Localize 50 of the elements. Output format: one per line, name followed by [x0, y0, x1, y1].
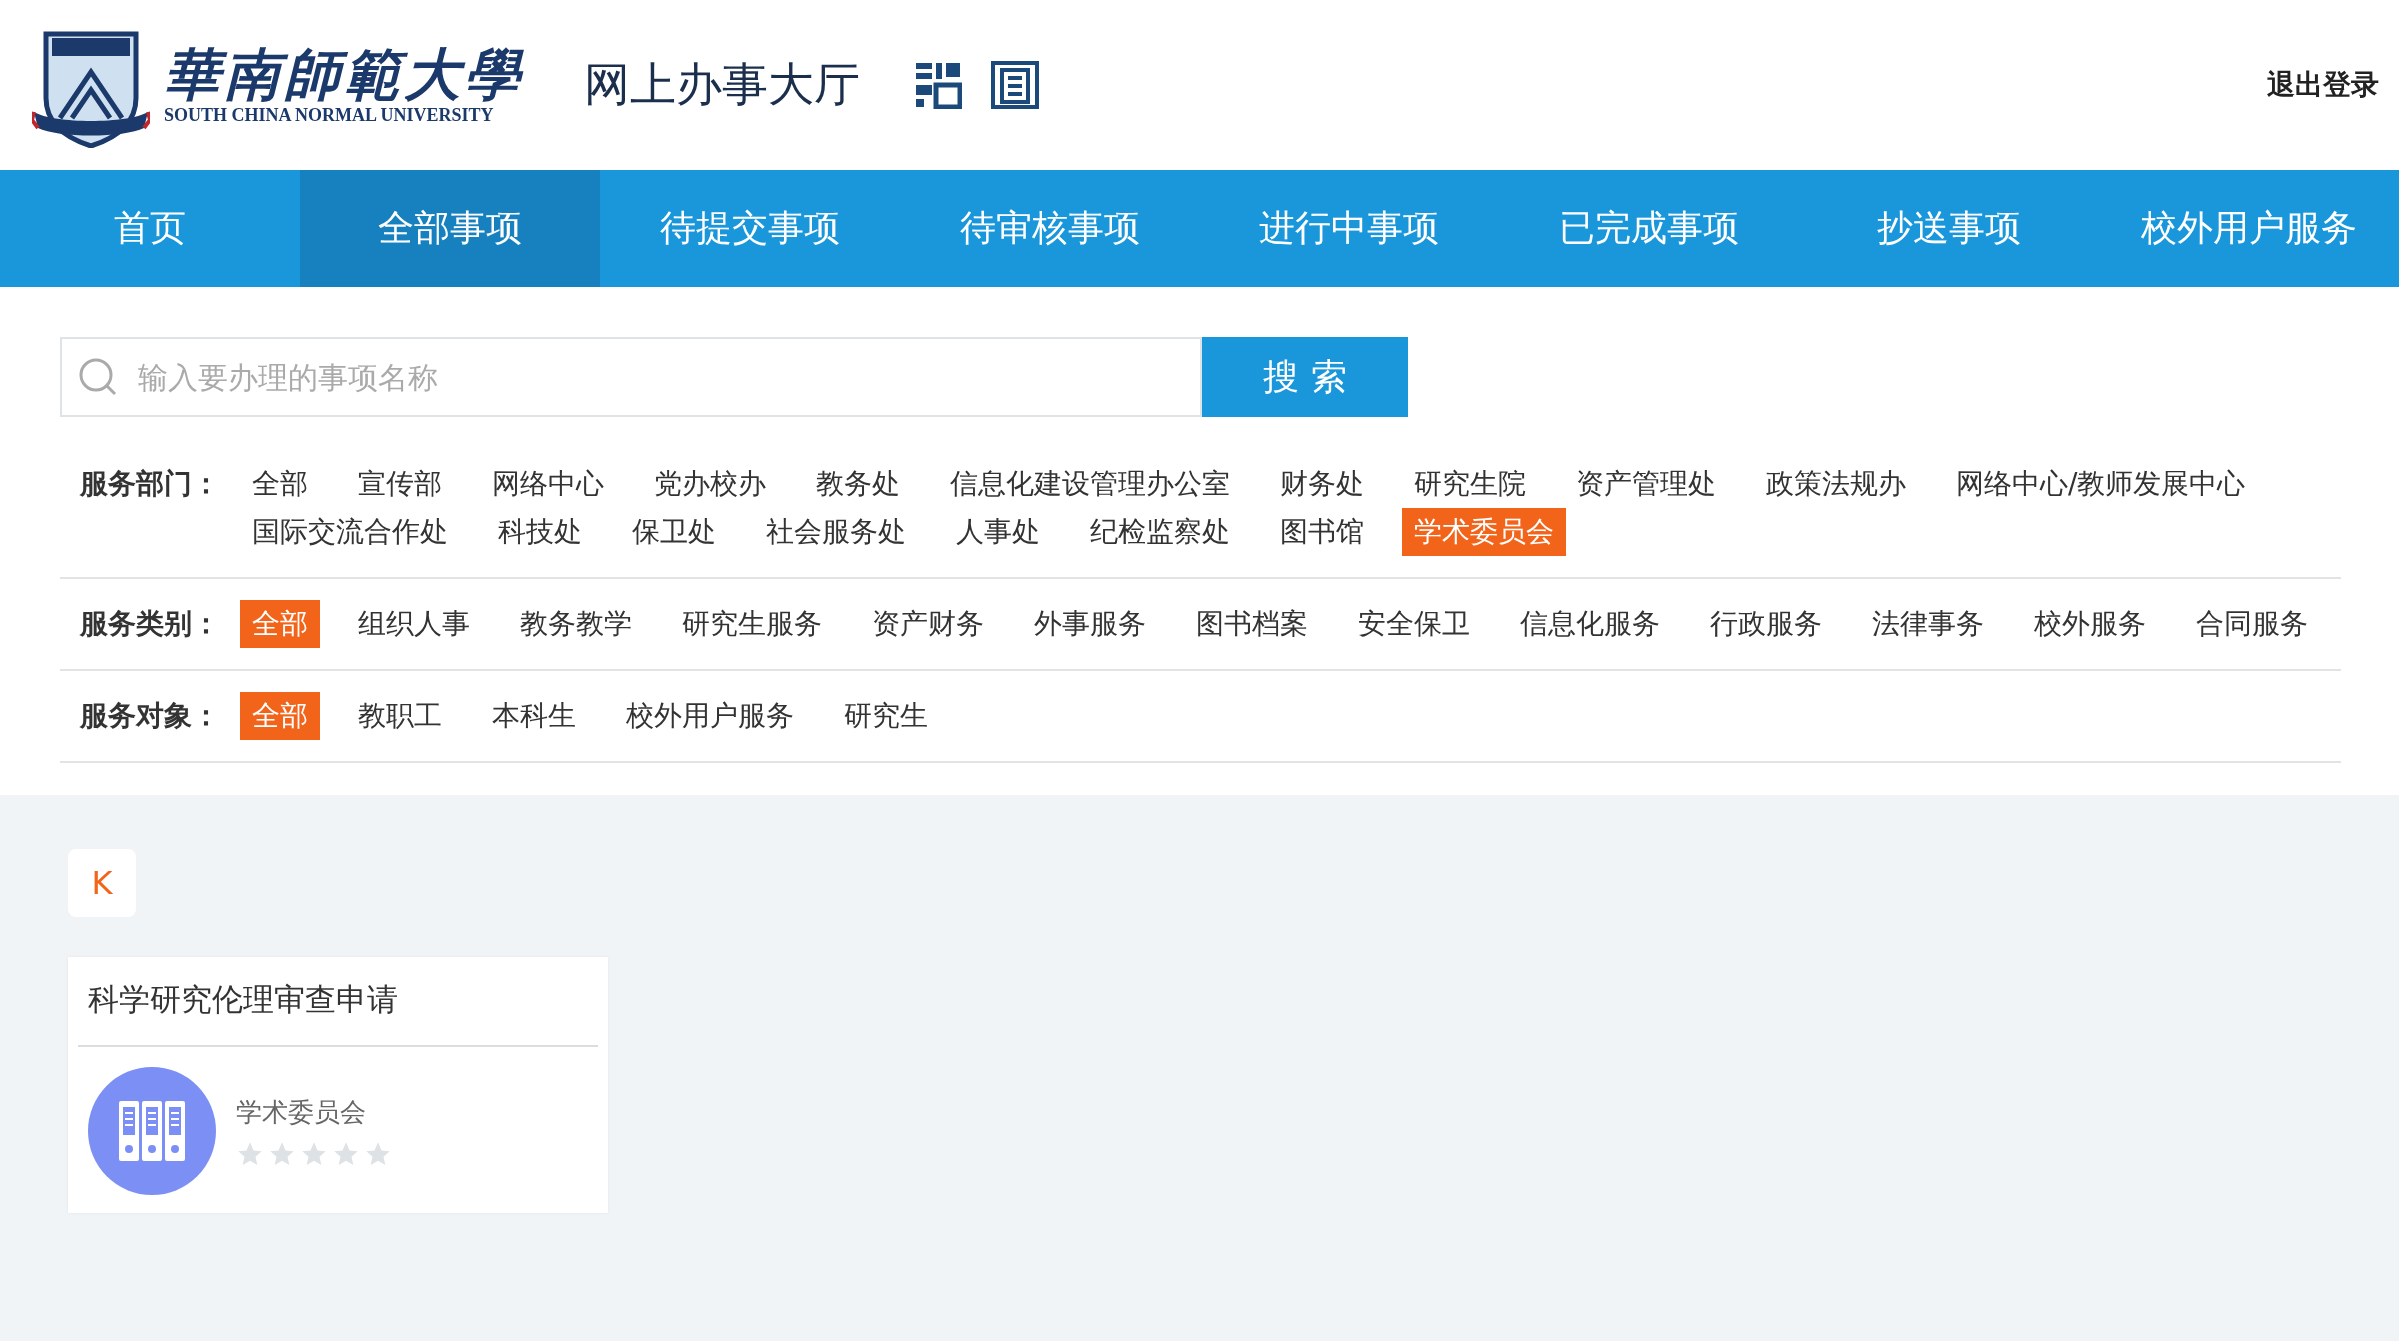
filter-option[interactable]: 行政服务: [1698, 600, 1834, 648]
filter-option[interactable]: 科技处: [486, 508, 594, 556]
search-icon: [78, 357, 118, 397]
logo-subtitle: SOUTH CHINA NORMAL UNIVERSITY: [164, 105, 494, 127]
filter-option[interactable]: 合同服务: [2184, 600, 2320, 648]
filter-option[interactable]: 信息化服务: [1508, 600, 1672, 648]
filter-option[interactable]: 教职工: [346, 692, 454, 740]
filter-option[interactable]: 网络中心/教师发展中心: [1944, 460, 2258, 508]
filter-option[interactable]: 党办校办: [642, 460, 778, 508]
document-icon[interactable]: [990, 60, 1040, 110]
filter-option[interactable]: 信息化建设管理办公室: [938, 460, 1242, 508]
filter-option[interactable]: 外事服务: [1022, 600, 1158, 648]
filter-option[interactable]: 人事处: [944, 508, 1052, 556]
filter-option[interactable]: 财务处: [1268, 460, 1376, 508]
filter-option[interactable]: 教务处: [804, 460, 912, 508]
nav-tab[interactable]: 全部事项: [299, 170, 600, 287]
card-title: 科学研究伦理审查申请: [78, 957, 598, 1047]
filter-option[interactable]: 纪检监察处: [1078, 508, 1242, 556]
filter-option[interactable]: 本科生: [480, 692, 588, 740]
filter-option[interactable]: 全部: [240, 460, 320, 508]
filter-option[interactable]: 国际交流合作处: [240, 508, 460, 556]
filter-option[interactable]: 组织人事: [346, 600, 482, 648]
filter-option[interactable]: 宣传部: [346, 460, 454, 508]
filter-label: 服务对象：: [80, 698, 221, 734]
filter-option[interactable]: 教务教学: [508, 600, 644, 648]
filter-option[interactable]: 研究生: [832, 692, 940, 740]
filter-option[interactable]: 资产财务: [860, 600, 996, 648]
filter-option[interactable]: 研究生院: [1402, 460, 1538, 508]
card-department: 学术委员会: [236, 1095, 367, 1129]
service-card[interactable]: 科学研究伦理审查申请 学术委员会: [68, 957, 608, 1213]
page-title: 网上办事大厅: [584, 56, 860, 113]
filter-option[interactable]: 校外用户服务: [614, 692, 806, 740]
filter-option[interactable]: 社会服务处: [754, 508, 918, 556]
filter-option[interactable]: 校外服务: [2022, 600, 2158, 648]
search-field[interactable]: 输入要办理的事项名称: [60, 337, 1202, 417]
grid-icon[interactable]: [914, 61, 962, 109]
filter-option[interactable]: 图书馆: [1268, 508, 1376, 556]
filter-option[interactable]: 资产管理处: [1564, 460, 1728, 508]
filter-label: 服务部门：: [80, 466, 221, 502]
filter-option[interactable]: 网络中心: [480, 460, 616, 508]
filter-option[interactable]: 图书档案: [1184, 600, 1320, 648]
filter-option[interactable]: 政策法规办: [1754, 460, 1918, 508]
filter-option[interactable]: 法律事务: [1860, 600, 1996, 648]
logo-title: 華南師範大學: [164, 43, 524, 106]
filter-option[interactable]: 保卫处: [620, 508, 728, 556]
filter-label: 服务类别：: [80, 606, 221, 642]
filter-option[interactable]: 研究生服务: [670, 600, 834, 648]
filter-option[interactable]: 安全保卫: [1346, 600, 1482, 648]
binders-icon: [88, 1067, 216, 1195]
logout-link[interactable]: 退出登录: [2267, 66, 2379, 104]
